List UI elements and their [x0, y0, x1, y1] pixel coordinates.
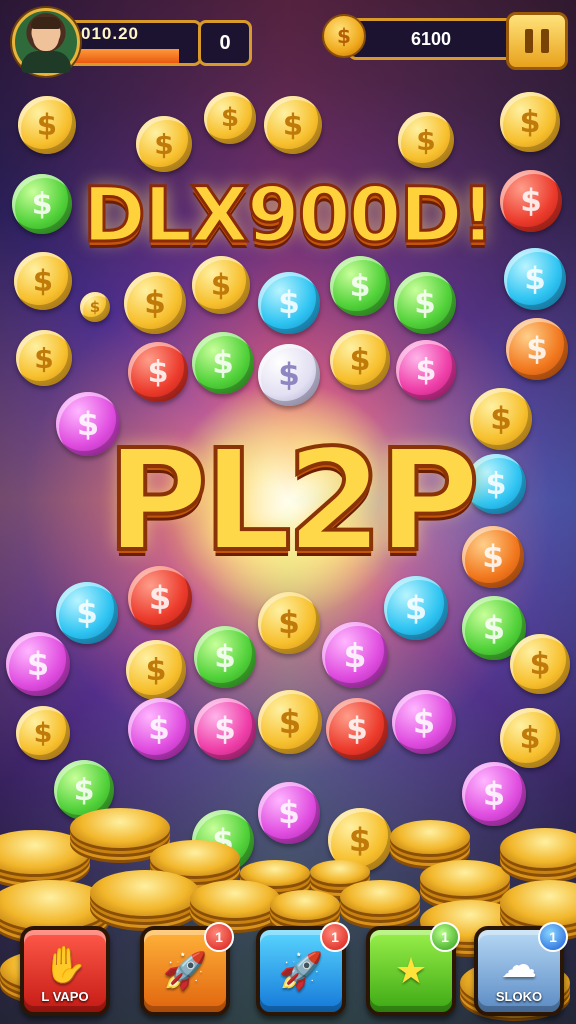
coin-gold[interactable]: $ — [500, 92, 560, 152]
coin-white[interactable]: $ — [258, 344, 320, 406]
notification-badge: 1 — [538, 922, 568, 952]
rocket-blue-button[interactable]: 🚀 1 — [256, 922, 350, 1016]
xp-bar: 010.20 — [64, 20, 202, 66]
coin-pink[interactable]: $ — [258, 782, 320, 844]
avatar-hair — [31, 17, 61, 29]
notification-badge: 1 — [204, 922, 234, 952]
cloud-icon: ☁ — [501, 944, 537, 986]
pause-icon — [525, 29, 533, 53]
pause-icon — [541, 29, 549, 53]
coin-hud: 6100 $ — [322, 12, 568, 70]
coin-pile — [270, 890, 340, 920]
coin-orange[interactable]: $ — [506, 318, 568, 380]
player-avatar[interactable] — [12, 8, 80, 76]
player-hud: 010.20 0 — [12, 8, 252, 76]
center-banner-text: PL2P — [104, 418, 482, 585]
coin-magenta[interactable]: $ — [194, 698, 256, 760]
coin-gold[interactable]: $ — [500, 708, 560, 768]
coin-gold[interactable]: $ — [16, 706, 70, 760]
coin-pile — [90, 870, 200, 916]
coin-gold[interactable]: $ — [80, 292, 110, 322]
coin-pile — [190, 880, 280, 918]
pause-button[interactable] — [506, 12, 568, 70]
hand-icon: ✋ — [42, 945, 88, 986]
coin-pile — [420, 860, 510, 896]
notification-badge: 1 — [430, 922, 460, 952]
coin-icon: $ — [322, 14, 366, 58]
top-banner-text: DLX900D! — [81, 169, 497, 261]
coin-pile — [340, 880, 420, 914]
coin-green[interactable]: $ — [192, 332, 254, 394]
coin-gold[interactable]: $ — [264, 96, 322, 154]
coin-gold[interactable]: $ — [258, 690, 322, 754]
coin-pile — [390, 820, 470, 854]
hand-button[interactable]: ✋ L VAPO — [20, 926, 110, 1016]
avatar-suit — [21, 51, 71, 73]
coin-blue[interactable]: $ — [56, 582, 118, 644]
coin-gold[interactable]: $ — [330, 330, 390, 390]
coin-gold[interactable]: $ — [124, 272, 186, 334]
coin-gold[interactable]: $ — [18, 96, 76, 154]
coin-green[interactable]: $ — [394, 272, 456, 334]
coin-pink[interactable]: $ — [6, 632, 70, 696]
level-value: 0 — [198, 20, 252, 66]
coin-gold[interactable]: $ — [126, 640, 186, 700]
rocket-icon: 🚀 — [278, 951, 324, 992]
coin-gold[interactable]: $ — [14, 252, 72, 310]
star-icon: ★ — [394, 950, 428, 992]
rocket-icon: 🚀 — [162, 951, 208, 992]
cloud-button[interactable]: ☁ 1 SLOKO — [474, 922, 568, 1016]
cloud-button-label: SLOKO — [495, 989, 543, 1004]
coin-red[interactable]: $ — [326, 698, 388, 760]
coin-red[interactable]: $ — [500, 170, 562, 232]
xp-fill — [67, 49, 180, 63]
coin-blue[interactable]: $ — [504, 248, 566, 310]
notification-badge: 1 — [320, 922, 350, 952]
coin-pink[interactable]: $ — [392, 690, 456, 754]
coin-gold[interactable]: $ — [192, 256, 250, 314]
coin-green[interactable]: $ — [194, 626, 256, 688]
coin-pile — [70, 808, 170, 848]
coin-pink[interactable]: $ — [462, 762, 526, 826]
coin-gold[interactable]: $ — [258, 592, 320, 654]
coin-gold[interactable]: $ — [510, 634, 570, 694]
coin-gold[interactable]: $ — [398, 112, 454, 168]
rocket-button[interactable]: 🚀 1 — [140, 922, 234, 1016]
coin-gold[interactable]: $ — [16, 330, 72, 386]
coin-gold[interactable]: $ — [136, 116, 192, 172]
coin-blue[interactable]: $ — [258, 272, 320, 334]
coin-magenta[interactable]: $ — [396, 340, 456, 400]
coin-green[interactable]: $ — [12, 174, 72, 234]
coin-pile — [310, 860, 370, 884]
coin-gold[interactable]: $ — [204, 92, 256, 144]
coin-pink[interactable]: $ — [128, 698, 190, 760]
coin-red[interactable]: $ — [128, 342, 188, 402]
xp-text: 010.20 — [81, 24, 139, 43]
coin-total: 6100 — [348, 18, 514, 60]
star-button[interactable]: ★ 1 — [366, 922, 460, 1016]
coin-green[interactable]: $ — [330, 256, 390, 316]
hand-button-label: L VAPO — [41, 989, 89, 1004]
coin-blue[interactable]: $ — [384, 576, 448, 640]
coin-pink[interactable]: $ — [322, 622, 388, 688]
